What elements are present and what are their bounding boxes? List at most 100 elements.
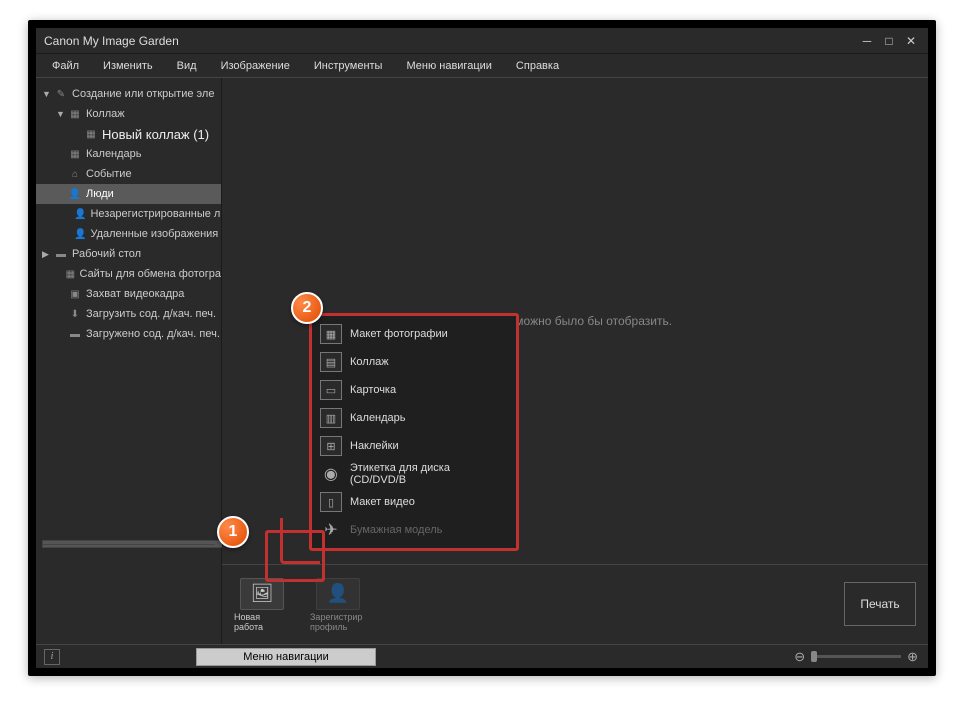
tree-item-label: Коллаж <box>86 108 125 120</box>
print-button[interactable]: Печать <box>844 582 916 626</box>
tree-item-label: Новый коллаж (1) <box>102 127 209 142</box>
register-profile-button[interactable]: 👤 Зарегистрир профиль <box>310 578 366 632</box>
popup-item-icon: ▤ <box>320 352 342 372</box>
popup-item-6[interactable]: ▯ Макет видео <box>312 488 516 516</box>
tree-item-label: Создание или открытие эле <box>72 88 214 100</box>
popup-item-4[interactable]: ⊞ Наклейки <box>312 432 516 460</box>
tree-item-icon: ▦ <box>68 149 82 160</box>
titlebar: Canon My Image Garden ─ □ ✕ <box>36 28 928 54</box>
close-button[interactable]: ✕ <box>902 34 920 48</box>
popup-item-5[interactable]: ◉ Этикетка для диска (CD/DVD/B <box>312 460 516 488</box>
nav-tree: ▼✎Создание или открытие эле▼▦Коллаж▦Новы… <box>36 78 221 544</box>
popup-connector <box>280 518 320 564</box>
tree-item-icon: ▬ <box>54 249 68 260</box>
minimize-button[interactable]: ─ <box>858 34 876 48</box>
popup-item-icon: ✈ <box>320 520 342 540</box>
tree-item-icon: 👤 <box>74 229 86 240</box>
menu-edit[interactable]: Изменить <box>91 60 165 72</box>
tree-item-label: Сайты для обмена фотогра <box>80 268 222 280</box>
callout-2: 2 <box>291 292 323 324</box>
sidebar: ▼✎Создание или открытие эле▼▦Коллаж▦Новы… <box>36 78 222 644</box>
tree-item-label: Календарь <box>86 148 142 160</box>
zoom-control: ⊖ ⊕ <box>794 649 918 665</box>
tree-item-label: Люди <box>86 188 114 200</box>
tree-item-icon: 👤 <box>68 189 82 200</box>
thumbnail-strip <box>42 544 215 644</box>
tree-item-8[interactable]: ▶▬ Рабочий стол <box>36 244 221 264</box>
callout-1: 1 <box>217 516 249 548</box>
popup-item-label: Этикетка для диска (CD/DVD/B <box>350 462 508 486</box>
popup-item-0[interactable]: ▦Макет фотографии <box>312 320 516 348</box>
maximize-button[interactable]: □ <box>880 34 898 48</box>
nav-menu-button[interactable]: Меню навигации <box>196 648 376 666</box>
zoom-slider-thumb[interactable] <box>811 651 817 662</box>
popup-item-label: Макет видео <box>350 496 415 508</box>
tree-item-icon: ▦ <box>84 129 98 140</box>
menu-help[interactable]: Справка <box>504 60 571 72</box>
window-controls: ─ □ ✕ <box>858 34 920 48</box>
tree-item-label: Незарегистрированные люд <box>90 208 221 220</box>
menu-file[interactable]: Файл <box>40 60 91 72</box>
tree-item-9[interactable]: ▦ Сайты для обмена фотогра <box>36 264 221 284</box>
tree-item-icon: ▣ <box>68 289 82 300</box>
new-work-popup: ▦Макет фотографии ▤ Коллаж ▭ Карточка ▥ Календ… <box>309 313 519 551</box>
menu-tools[interactable]: Инструменты <box>302 60 395 72</box>
popup-item-icon: ▥ <box>320 408 342 428</box>
tree-item-label: Захват видеокадра <box>86 288 184 300</box>
tree-item-4[interactable]: ⌂Событие <box>36 164 221 184</box>
statusbar: i Меню навигации ⊖ ⊕ <box>36 644 928 668</box>
tree-item-icon: ▬ <box>68 329 82 340</box>
menu-nav[interactable]: Меню навигации <box>394 60 503 72</box>
tree-item-0[interactable]: ▼✎ Создание или открытие эле <box>36 84 221 104</box>
popup-item-icon: ▦ <box>320 324 342 344</box>
popup-item-7: ✈ Бумажная модель <box>312 516 516 544</box>
tree-item-11[interactable]: ⬇ Загрузить сод. д/кач. печ. <box>36 304 221 324</box>
tree-item-icon: ▦ <box>65 269 75 280</box>
popup-item-icon: ⊞ <box>320 436 342 456</box>
popup-item-label: Бумажная модель <box>350 524 442 536</box>
menu-image[interactable]: Изображение <box>209 60 302 72</box>
menu-view[interactable]: Вид <box>165 60 209 72</box>
tree-item-icon: ▦ <box>68 109 82 120</box>
caret-icon: ▼ <box>42 89 52 99</box>
tree-item-icon: ⌂ <box>68 169 82 180</box>
popup-item-icon: ▯ <box>320 492 342 512</box>
tree-item-10[interactable]: ▣ Захват видеокадра <box>36 284 221 304</box>
tree-item-7[interactable]: 👤 Удаленные изображения ли <box>36 224 221 244</box>
tree-item-6[interactable]: 👤Незарегистрированные люд <box>36 204 221 224</box>
popup-item-icon: ▭ <box>320 380 342 400</box>
tree-item-12[interactable]: ▬ Загружено сод. д/кач. печ. <box>36 324 221 344</box>
tree-item-icon: ✎ <box>54 89 68 100</box>
popup-item-icon: ◉ <box>320 464 342 484</box>
tree-item-label: Удаленные изображения ли <box>90 228 221 240</box>
tree-item-icon: ⬇ <box>68 309 82 320</box>
main-footer: 🖼 Новая работа 👤 Зарегистрир профиль Печ… <box>222 564 928 644</box>
window-title: Canon My Image Garden <box>44 34 858 48</box>
popup-item-label: Коллаж <box>350 356 389 368</box>
caret-icon: ▶ <box>42 249 52 260</box>
popup-item-label: Наклейки <box>350 440 399 452</box>
new-work-label: Новая работа <box>234 612 290 632</box>
zoom-slider[interactable] <box>811 655 901 658</box>
tree-item-2[interactable]: ▦ Новый коллаж (1) <box>36 124 221 144</box>
popup-item-2[interactable]: ▭ Карточка <box>312 376 516 404</box>
popup-item-label: Карточка <box>350 384 396 396</box>
zoom-in-icon[interactable]: ⊕ <box>907 649 918 665</box>
popup-item-label: Календарь <box>350 412 406 424</box>
tree-item-5[interactable]: 👤 Люди <box>36 184 221 204</box>
tree-item-3[interactable]: ▦ Календарь <box>36 144 221 164</box>
register-profile-icon: 👤 <box>316 578 360 610</box>
new-work-button[interactable]: 🖼 Новая работа <box>234 578 290 632</box>
tree-item-label: Загрузить сод. д/кач. печ. <box>86 308 216 320</box>
new-work-icon: 🖼 <box>240 578 284 610</box>
popup-item-3[interactable]: ▥ Календарь <box>312 404 516 432</box>
tree-item-label: Рабочий стол <box>72 248 141 260</box>
zoom-out-icon[interactable]: ⊖ <box>794 649 805 665</box>
tree-item-label: Загружено сод. д/кач. печ. <box>86 328 220 340</box>
info-icon[interactable]: i <box>44 649 60 665</box>
popup-item-1[interactable]: ▤ Коллаж <box>312 348 516 376</box>
tree-item-1[interactable]: ▼▦ Коллаж <box>36 104 221 124</box>
caret-icon: ▼ <box>56 109 66 119</box>
print-label: Печать <box>860 597 899 611</box>
register-profile-label: Зарегистрир профиль <box>310 612 366 632</box>
